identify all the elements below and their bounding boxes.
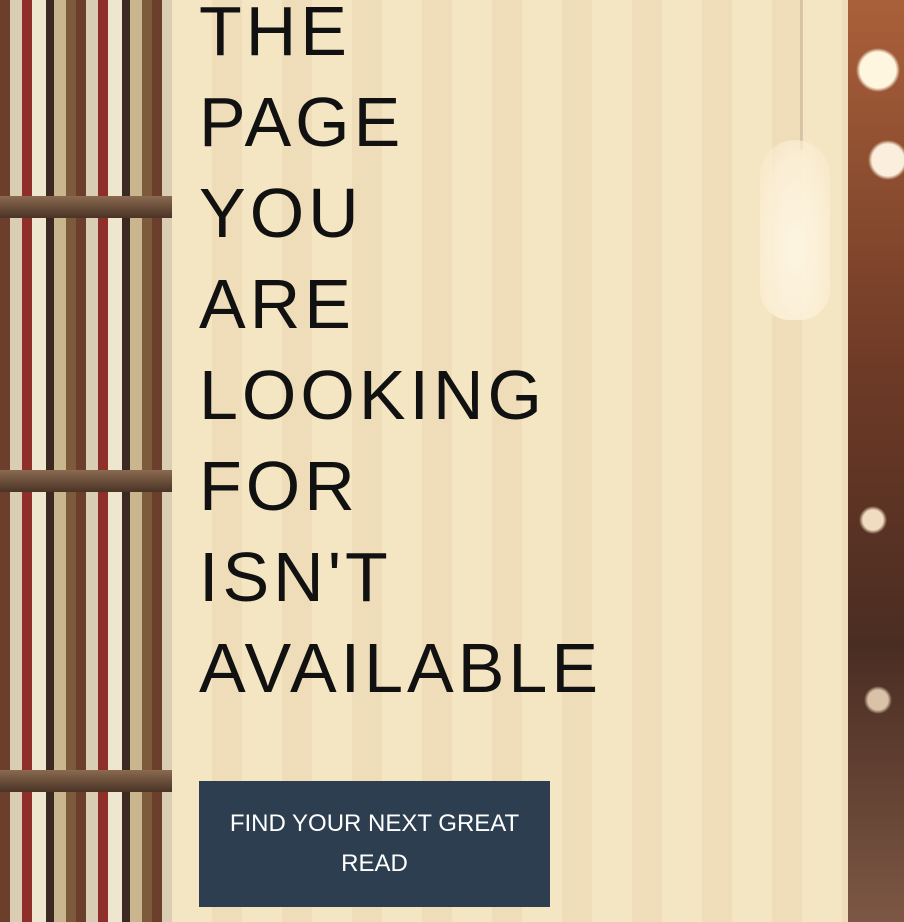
headline-line: ARE xyxy=(199,265,355,343)
background-lamps-image xyxy=(848,0,904,922)
headline-line: YOU xyxy=(199,174,363,252)
headline-line: ISN'T xyxy=(199,538,392,616)
find-next-read-button[interactable]: FIND YOUR NEXT GREAT READ xyxy=(199,781,550,907)
lamp-cord-decoration xyxy=(800,0,803,150)
headline-line: FOR xyxy=(199,447,359,525)
headline-line: LOOKING xyxy=(199,356,546,434)
headline-line: THE xyxy=(199,0,351,70)
headline-line: PAGE xyxy=(199,83,405,161)
headline-line: AVAILABLE xyxy=(199,629,603,707)
error-headline: THE PAGE YOU ARE LOOKING FOR ISN'T AVAIL… xyxy=(199,0,799,714)
